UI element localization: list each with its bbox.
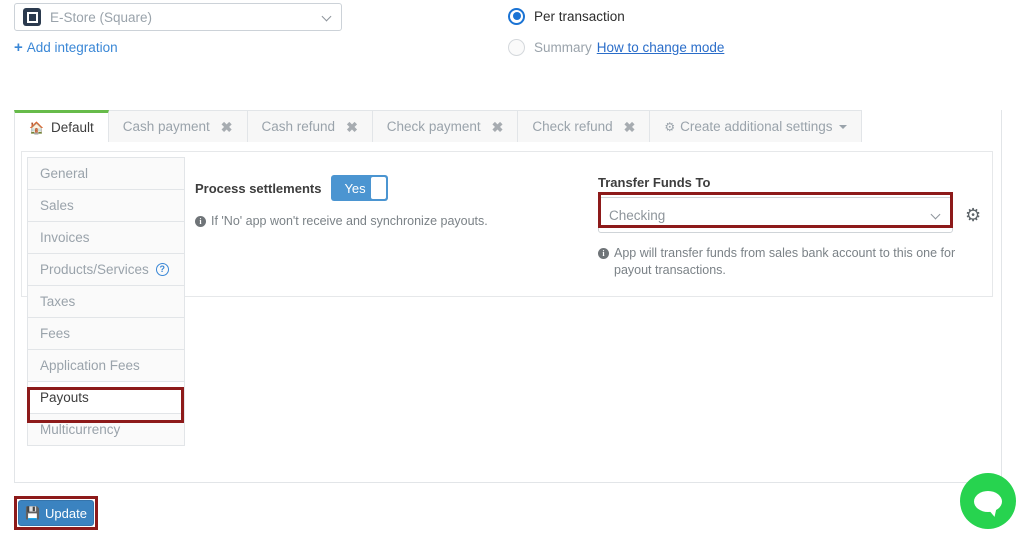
radio-selected-icon — [508, 8, 525, 25]
close-icon[interactable]: ✖ — [221, 120, 233, 134]
caret-down-icon — [839, 125, 847, 129]
sidebar-item-payouts[interactable]: Payouts — [28, 382, 184, 414]
process-settlements-hint-text: If 'No' app won't receive and synchroniz… — [211, 213, 488, 230]
chat-bubble-icon — [974, 491, 1002, 512]
home-icon: 🏠 — [29, 121, 44, 135]
how-to-change-mode-link[interactable]: How to change mode — [597, 40, 725, 55]
sidebar-label-payouts: Payouts — [40, 390, 89, 405]
mode-radio-group: Per transaction Summary How to change mo… — [508, 5, 724, 67]
tab-label-cash-refund: Cash refund — [262, 119, 336, 134]
sidebar-item-general[interactable]: General — [28, 158, 184, 190]
update-button[interactable]: 💾 Update — [18, 500, 94, 526]
tab-create-additional-settings[interactable]: ⚙ Create additional settings — [650, 110, 862, 142]
chevron-down-icon — [932, 210, 942, 220]
toggle-knob — [371, 177, 386, 199]
tab-cash-payment[interactable]: Cash payment ✖ — [109, 110, 248, 142]
tab-label-create-additional-settings: Create additional settings — [680, 119, 832, 134]
close-icon[interactable]: ✖ — [346, 120, 358, 134]
transfer-funds-hint: i App will transfer funds from sales ban… — [598, 245, 988, 279]
gear-icon[interactable]: ⚙ — [965, 206, 981, 224]
process-settlements-label: Process settlements — [195, 181, 321, 196]
gear-icon: ⚙ — [664, 120, 675, 134]
square-logo-icon — [23, 8, 41, 26]
tab-cash-refund[interactable]: Cash refund ✖ — [248, 110, 373, 142]
sidebar-label-fees: Fees — [40, 326, 70, 341]
tab-label-check-refund: Check refund — [532, 119, 612, 134]
tab-label-cash-payment: Cash payment — [123, 119, 210, 134]
save-icon: 💾 — [25, 506, 40, 520]
plus-icon: + — [14, 40, 23, 55]
add-integration-link[interactable]: + Add integration — [14, 40, 118, 55]
radio-label-per-transaction: Per transaction — [534, 9, 625, 24]
integration-select-value: E-Store (Square) — [50, 10, 323, 25]
sidebar-label-sales: Sales — [40, 198, 74, 213]
question-circle-icon[interactable]: ? — [156, 263, 169, 276]
radio-unselected-icon — [508, 39, 525, 56]
settings-tabbar: 🏠 Default Cash payment ✖ Cash refund ✖ C… — [14, 110, 1002, 142]
tab-check-payment[interactable]: Check payment ✖ — [373, 110, 519, 142]
close-icon[interactable]: ✖ — [492, 120, 504, 134]
settings-sidebar: General Sales Invoices Products/Services… — [27, 157, 185, 446]
sidebar-item-invoices[interactable]: Invoices — [28, 222, 184, 254]
tab-check-refund[interactable]: Check refund ✖ — [518, 110, 650, 142]
process-settlements-group: Process settlements Yes i If 'No' app wo… — [195, 175, 575, 230]
top-controls-area: E-Store (Square) + Add integration Per t… — [0, 0, 1024, 95]
sidebar-item-sales[interactable]: Sales — [28, 190, 184, 222]
radio-option-per-transaction[interactable]: Per transaction — [508, 5, 724, 27]
transfer-funds-label: Transfer Funds To — [598, 175, 988, 190]
sidebar-label-general: General — [40, 166, 88, 181]
process-settlements-hint: i If 'No' app won't receive and synchron… — [195, 213, 575, 230]
radio-option-summary[interactable]: Summary How to change mode — [508, 36, 724, 58]
sidebar-label-invoices: Invoices — [40, 230, 90, 245]
transfer-funds-select-value: Checking — [609, 208, 932, 223]
sidebar-label-products-services: Products/Services — [40, 262, 149, 277]
sidebar-label-application-fees: Application Fees — [40, 358, 140, 373]
info-icon: i — [598, 248, 609, 259]
add-integration-label: Add integration — [27, 40, 118, 55]
sidebar-item-products-services[interactable]: Products/Services ? — [28, 254, 184, 286]
tab-default[interactable]: 🏠 Default — [14, 110, 109, 142]
radio-label-summary: Summary — [534, 40, 592, 55]
sidebar-item-application-fees[interactable]: Application Fees — [28, 350, 184, 382]
close-icon[interactable]: ✖ — [624, 120, 636, 134]
sidebar-item-fees[interactable]: Fees — [28, 318, 184, 350]
update-button-label: Update — [45, 506, 87, 521]
chevron-down-icon — [323, 12, 333, 22]
transfer-funds-hint-text: App will transfer funds from sales bank … — [614, 245, 988, 279]
chat-widget-button[interactable] — [960, 473, 1016, 529]
sidebar-label-multicurrency: Multicurrency — [40, 422, 120, 437]
transfer-funds-select[interactable]: Checking — [598, 197, 953, 233]
sidebar-item-taxes[interactable]: Taxes — [28, 286, 184, 318]
info-icon: i — [195, 216, 206, 227]
sidebar-item-multicurrency[interactable]: Multicurrency — [28, 414, 184, 446]
tab-label-check-payment: Check payment — [387, 119, 481, 134]
integration-select[interactable]: E-Store (Square) — [14, 3, 342, 31]
transfer-funds-group: Transfer Funds To Checking ⚙ i App will … — [598, 175, 988, 279]
process-settlements-toggle-value: Yes — [331, 181, 365, 196]
tab-label-default: Default — [51, 120, 94, 135]
process-settlements-toggle[interactable]: Yes — [331, 175, 388, 201]
sidebar-label-taxes: Taxes — [40, 294, 75, 309]
